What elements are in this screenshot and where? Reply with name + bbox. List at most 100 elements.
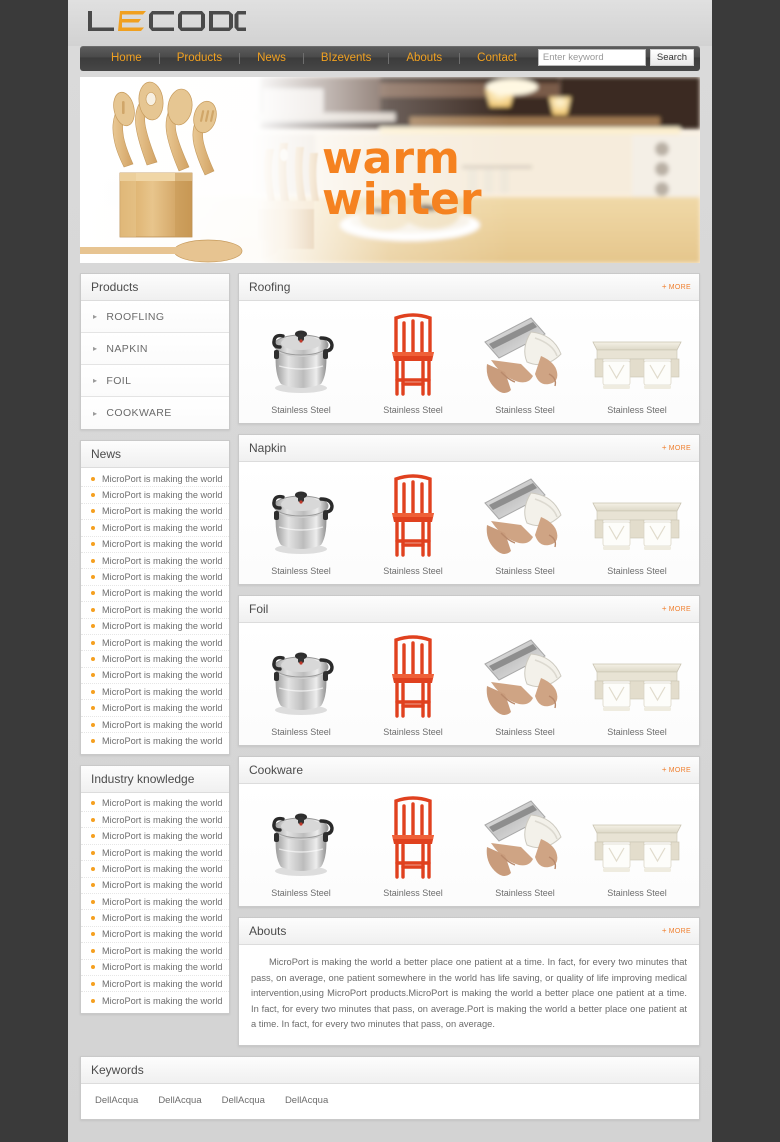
list-item[interactable]: MicroPort is making the world: [81, 668, 229, 685]
keyword-link[interactable]: DellAcqua: [158, 1095, 201, 1106]
list-item-label: MicroPort is making the world: [102, 880, 223, 891]
list-item-label: MicroPort is making the world: [102, 847, 223, 858]
product-card[interactable]: Stainless Steel: [245, 633, 357, 737]
keyword-link[interactable]: DellAcqua: [95, 1095, 138, 1106]
product-thumbnail: [581, 633, 693, 718]
bullet-icon: [91, 558, 95, 563]
product-card[interactable]: Stainless Steel: [469, 794, 581, 898]
product-caption: Stainless Steel: [495, 405, 555, 415]
pressure-cooker-image: [272, 652, 334, 715]
list-item-label: MicroPort is making the world: [102, 929, 223, 940]
sidebar-item-foil[interactable]: ▸ FOIL: [81, 365, 229, 397]
list-item-label: MicroPort is making the world: [102, 686, 223, 697]
sidebar-item-roofling[interactable]: ▸ ROOFLING: [81, 301, 229, 333]
list-item[interactable]: MicroPort is making the world: [81, 520, 229, 537]
pressure-cooker-image: [272, 491, 334, 554]
list-item[interactable]: MicroPort is making the world: [81, 910, 229, 927]
list-item[interactable]: MicroPort is making the world: [81, 828, 229, 845]
product-caption: Stainless Steel: [607, 405, 667, 415]
product-card[interactable]: Stainless Steel: [581, 794, 693, 898]
list-item-label: MicroPort is making the world: [102, 539, 223, 550]
more-link[interactable]: + MORE: [662, 282, 691, 291]
chevron-right-icon: ▸: [93, 344, 98, 353]
product-card[interactable]: Stainless Steel: [357, 794, 469, 898]
nav-item-products[interactable]: Products: [160, 46, 239, 71]
product-card[interactable]: Stainless Steel: [357, 311, 469, 415]
abouts-panel-title: Abouts: [249, 924, 287, 938]
list-item[interactable]: MicroPort is making the world: [81, 586, 229, 603]
list-item[interactable]: MicroPort is making the world: [81, 635, 229, 652]
list-item[interactable]: MicroPort is making the world: [81, 684, 229, 701]
product-card[interactable]: Stainless Steel: [581, 311, 693, 415]
abouts-text-block: MicroPort is making the world a better p…: [239, 945, 699, 1045]
search-input[interactable]: [537, 49, 646, 66]
product-card[interactable]: Stainless Steel: [469, 633, 581, 737]
list-item[interactable]: MicroPort is making the world: [81, 569, 229, 586]
more-link[interactable]: + MORE: [662, 443, 691, 452]
list-item[interactable]: MicroPort is making the world: [81, 845, 229, 862]
more-link[interactable]: + MORE: [662, 604, 691, 613]
bullet-icon: [91, 706, 95, 711]
list-item[interactable]: MicroPort is making the world: [81, 487, 229, 504]
nav-item-bizevents[interactable]: BIzevents: [304, 46, 389, 71]
list-item[interactable]: MicroPort is making the world: [81, 878, 229, 894]
product-card[interactable]: Stainless Steel: [581, 472, 693, 576]
content-area: Products ▸ ROOFLING ▸ NAPKIN ▸ FOIL ▸ CO…: [68, 263, 712, 1056]
more-link[interactable]: + MORE: [662, 765, 691, 774]
list-item[interactable]: MicroPort is making the world: [81, 894, 229, 911]
list-item[interactable]: MicroPort is making the world: [81, 943, 229, 960]
sidebar-item-label: NAPKIN: [106, 342, 148, 355]
product-card[interactable]: Stainless Steel: [581, 633, 693, 737]
list-item[interactable]: MicroPort is making the world: [81, 504, 229, 521]
list-item[interactable]: MicroPort is making the world: [81, 861, 229, 878]
list-item-label: MicroPort is making the world: [102, 490, 223, 501]
product-card[interactable]: Stainless Steel: [245, 311, 357, 415]
nav-item-news[interactable]: News: [240, 46, 303, 71]
search-button[interactable]: Search: [649, 49, 694, 66]
chevron-right-icon: ▸: [93, 312, 98, 321]
bullet-icon: [91, 916, 95, 921]
list-item[interactable]: MicroPort is making the world: [81, 537, 229, 553]
bullet-icon: [91, 932, 95, 937]
list-item[interactable]: MicroPort is making the world: [81, 651, 229, 668]
list-item[interactable]: MicroPort is making the world: [81, 553, 229, 570]
site-logo[interactable]: [86, 8, 246, 38]
list-item[interactable]: MicroPort is making the world: [81, 976, 229, 993]
product-card[interactable]: Stainless Steel: [357, 472, 469, 576]
list-item[interactable]: MicroPort is making the world: [81, 700, 229, 717]
product-caption: Stainless Steel: [607, 727, 667, 737]
hero-banner[interactable]: warm winter warm winter: [80, 77, 700, 263]
product-thumbnail: [581, 794, 693, 879]
product-card[interactable]: Stainless Steel: [245, 794, 357, 898]
nav-item-contact[interactable]: Contact: [460, 46, 534, 71]
list-item-label: MicroPort is making the world: [102, 555, 223, 566]
list-item[interactable]: MicroPort is making the world: [81, 812, 229, 829]
product-card[interactable]: Stainless Steel: [469, 472, 581, 576]
list-item[interactable]: MicroPort is making the world: [81, 602, 229, 619]
list-item-label: MicroPort is making the world: [102, 703, 223, 714]
sidebar-item-cookware[interactable]: ▸ COOKWARE: [81, 397, 229, 429]
list-item[interactable]: MicroPort is making the world: [81, 992, 229, 1008]
keyword-link[interactable]: DellAcqua: [285, 1095, 328, 1106]
product-card[interactable]: Stainless Steel: [357, 633, 469, 737]
product-caption: Stainless Steel: [383, 405, 443, 415]
list-item[interactable]: MicroPort is making the world: [81, 960, 229, 976]
list-item[interactable]: MicroPort is making the world: [81, 796, 229, 813]
products-list: ▸ ROOFLING ▸ NAPKIN ▸ FOIL ▸ COOKWARE: [81, 301, 229, 429]
nav-item-abouts[interactable]: Abouts: [389, 46, 459, 71]
foil-dispenser-image: [484, 639, 562, 715]
product-card[interactable]: Stainless Steel: [245, 472, 357, 576]
keyword-link[interactable]: DellAcqua: [222, 1095, 265, 1106]
list-item[interactable]: MicroPort is making the world: [81, 471, 229, 488]
left-sidebar: Products ▸ ROOFLING ▸ NAPKIN ▸ FOIL ▸ CO…: [80, 273, 230, 1024]
list-item[interactable]: MicroPort is making the world: [81, 619, 229, 635]
list-item[interactable]: MicroPort is making the world: [81, 733, 229, 749]
product-caption: Stainless Steel: [495, 727, 555, 737]
more-link[interactable]: + MORE: [662, 926, 691, 935]
product-card[interactable]: Stainless Steel: [469, 311, 581, 415]
sidebar-item-napkin[interactable]: ▸ NAPKIN: [81, 333, 229, 365]
nav-item-home[interactable]: Home: [94, 46, 159, 71]
list-item[interactable]: MicroPort is making the world: [81, 717, 229, 734]
list-item[interactable]: MicroPort is making the world: [81, 927, 229, 944]
main-column: Roofing + MORE Stainless Steel Stainless…: [238, 273, 700, 1056]
